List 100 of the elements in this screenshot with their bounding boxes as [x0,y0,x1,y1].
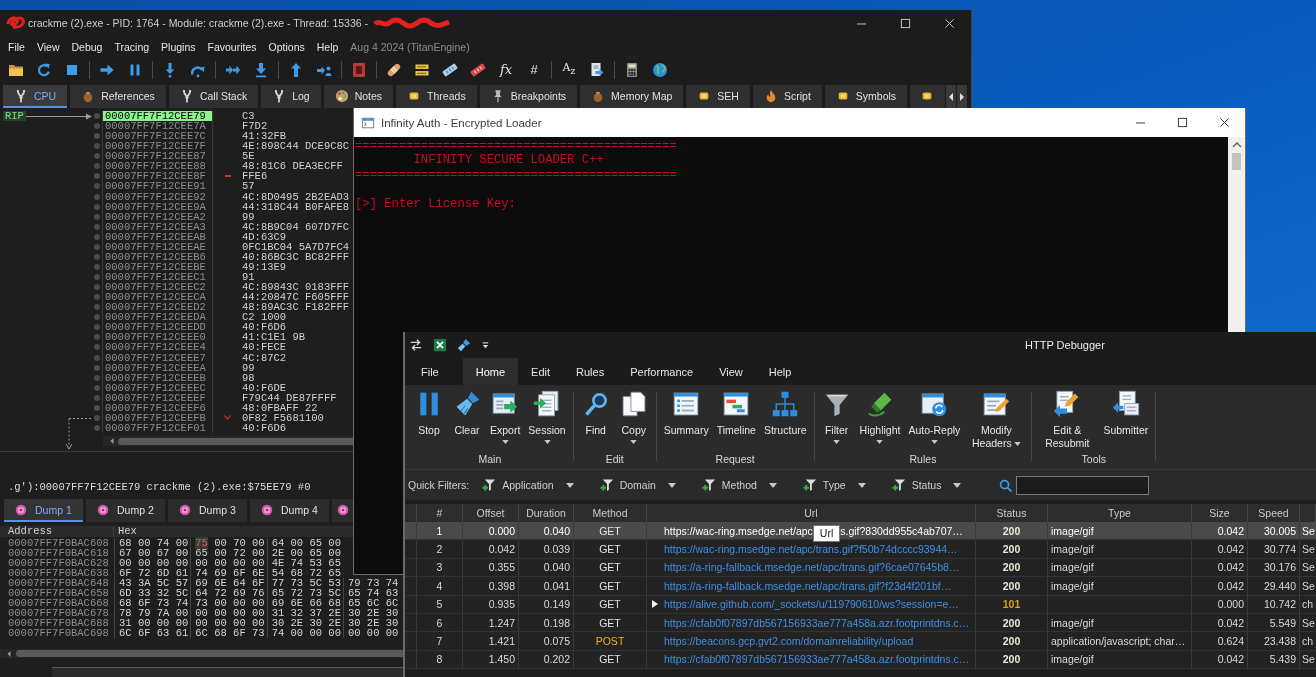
tab[interactable]: Rules [563,358,618,385]
instruction-address[interactable]: 00007FF7F12CEE7A [103,121,213,132]
dot-icon[interactable] [94,143,100,150]
close-icon[interactable] [1218,117,1230,128]
dot-icon[interactable] [94,243,100,250]
dot-icon[interactable] [94,394,100,401]
maximize-icon[interactable] [1176,117,1188,128]
ribbon-button[interactable]: Submitter [1100,390,1152,437]
instruction-address[interactable]: 00007FF7F12CEE88 [103,161,213,172]
dot-icon[interactable] [94,213,100,220]
scroll-thumb[interactable] [118,437,353,445]
tab[interactable]: Dump 3 [168,499,247,522]
dot-icon[interactable] [94,173,100,180]
instruction-address[interactable]: 00007FF7F12CEED2 [103,302,213,313]
tile-icon[interactable] [351,62,367,78]
instruction-address[interactable]: 00007FF7F12CEE7C [103,131,213,142]
ribbon-button[interactable]: Clear [449,390,485,437]
tab[interactable]: SEH [686,85,750,108]
ribbon-button[interactable]: Stop [411,390,447,437]
link[interactable]: https://wac-ring.msedge.net/apc/trans.gif?f50b74dcccc93944… [664,543,958,556]
instruction-address[interactable]: 00007FF7F12CEE9A [103,201,213,212]
instruction-address[interactable]: 00007FF7F12CEEA3 [103,221,213,232]
toolbar-button[interactable]: A$_{z}$ [562,60,576,80]
dot-icon[interactable] [94,354,100,361]
tab[interactable] [910,85,945,108]
link[interactable]: https://a-ring-fallback.msedge.net/apc/trans.gif?f23d4f201bf… [664,579,952,592]
instruction-address[interactable]: 00007FF7F12CEE79 [103,111,213,122]
dot-icon[interactable] [94,233,100,240]
instruction-address[interactable]: 00007FF7F12CEE91 [103,181,213,192]
instruction-address[interactable]: 00007FF7F12CEEAE [103,241,213,252]
dropdown-caret-icon[interactable] [481,340,490,350]
dot-icon[interactable] [94,294,100,301]
link[interactable]: https://a-ring-fallback.msedge.net/apc/trans.gif?6cae07645b8… [664,561,960,574]
scroll-right-button[interactable] [957,85,967,108]
dot-icon[interactable] [94,304,100,311]
menu-item[interactable]: View [30,40,66,53]
dot-icon[interactable] [94,193,100,200]
link[interactable]: https://alive.github.com/_sockets/u/119790610/ws?session=e… [664,598,959,611]
instruction-address[interactable]: 00007FF7F12CEEC2 [103,282,213,293]
tab[interactable]: Notes [323,85,394,108]
instruction-address[interactable]: 00007FF7F12CEE92 [103,191,213,202]
scroll-left-button[interactable] [946,85,956,108]
menu-item[interactable]: Favourites [201,40,263,53]
menu-item[interactable]: Options [262,40,311,53]
instruction-address[interactable]: 00007FF7F12CEEAB [103,231,213,242]
folder-icon[interactable] [8,62,24,78]
dot-icon[interactable] [94,163,100,170]
arrow-up-icon[interactable] [288,62,304,78]
ribbon-button[interactable]: Filter [818,390,855,444]
ribbon-button[interactable]: Auto-Reply [905,390,964,444]
tab[interactable]: Edit [518,358,564,385]
dot-icon[interactable] [94,404,100,411]
instruction-address[interactable]: 00007FF7F12CEEB6 [103,251,213,262]
scroll-thumb[interactable] [16,650,403,657]
tab[interactable]: File [408,358,452,385]
brush-icon[interactable] [457,338,471,352]
tab[interactable]: Log [261,85,321,108]
stop-icon[interactable] [64,62,80,78]
tab[interactable]: Help [755,358,805,385]
dot-icon[interactable] [94,324,100,331]
dot-icon[interactable] [94,374,100,381]
menu-item[interactable]: Debug [65,40,109,53]
instruction-address[interactable]: 00007FF7F12CEEF6 [103,402,213,413]
instruction-address[interactable]: 00007FF7F12CEE87 [103,151,213,162]
instruction-address[interactable]: 00007FF7F12CEEE0 [103,332,213,343]
dot-icon[interactable] [94,113,100,120]
horizontal-scrollbar[interactable] [103,436,353,446]
instruction-address[interactable]: 00007FF7F12CEE8F [103,171,213,182]
instruction-address[interactable]: 00007FF7F12CEEEB [103,372,213,383]
menu-item[interactable]: Plugins [155,40,202,53]
menu-item[interactable]: Help [310,40,345,53]
ribbon-button[interactable]: Modify Headers [965,390,1028,450]
instruction-address[interactable]: 00007FF7F12CEEC1 [103,272,213,283]
link[interactable]: https://cfab0f07897db567156933ae777a458a.azr.footprintdns.c… [664,653,970,666]
dot-icon[interactable] [94,384,100,391]
tab[interactable]: References [70,85,166,108]
ribbon-button[interactable]: Highlight [856,390,904,444]
dot-icon[interactable] [94,364,100,371]
calculator-icon[interactable] [624,62,640,78]
table-row[interactable]: 2 0.042 0.039 GET https://wac-ring.msedge.net/apc/trans.gif?f50b74dcccc93944… 200 image/gif 0.042 30.774 Se [405,540,1316,559]
dot-icon[interactable] [94,344,100,351]
instruction-address[interactable]: 00007FF7F12CEEA2 [103,211,213,222]
tab[interactable]: Symbols [824,85,908,108]
tab[interactable]: Script [752,85,822,108]
scroll-thumb[interactable] [1232,153,1241,170]
filter-dropdown[interactable]: Status [891,478,962,492]
filter-dropdown[interactable]: Type [802,478,866,492]
dot-icon[interactable] [94,314,100,321]
search-field[interactable] [1016,475,1150,495]
document-arrow-icon[interactable] [589,62,605,78]
toolbar-button[interactable]: # [530,62,538,78]
ribbon-button[interactable]: Copy [615,390,652,444]
bars-icon[interactable] [414,62,430,78]
dot-icon[interactable] [94,414,100,421]
swap-arrows-icon[interactable] [409,338,423,352]
column-header[interactable]: Address [0,526,114,537]
dot-icon[interactable] [94,263,100,270]
instruction-address[interactable]: 00007FF7F12CEECA [103,292,213,303]
link[interactable]: s.gif?830dd955c4ab707… [840,524,963,537]
instruction-address[interactable]: 00007FF7F12CEEE7 [103,352,213,363]
